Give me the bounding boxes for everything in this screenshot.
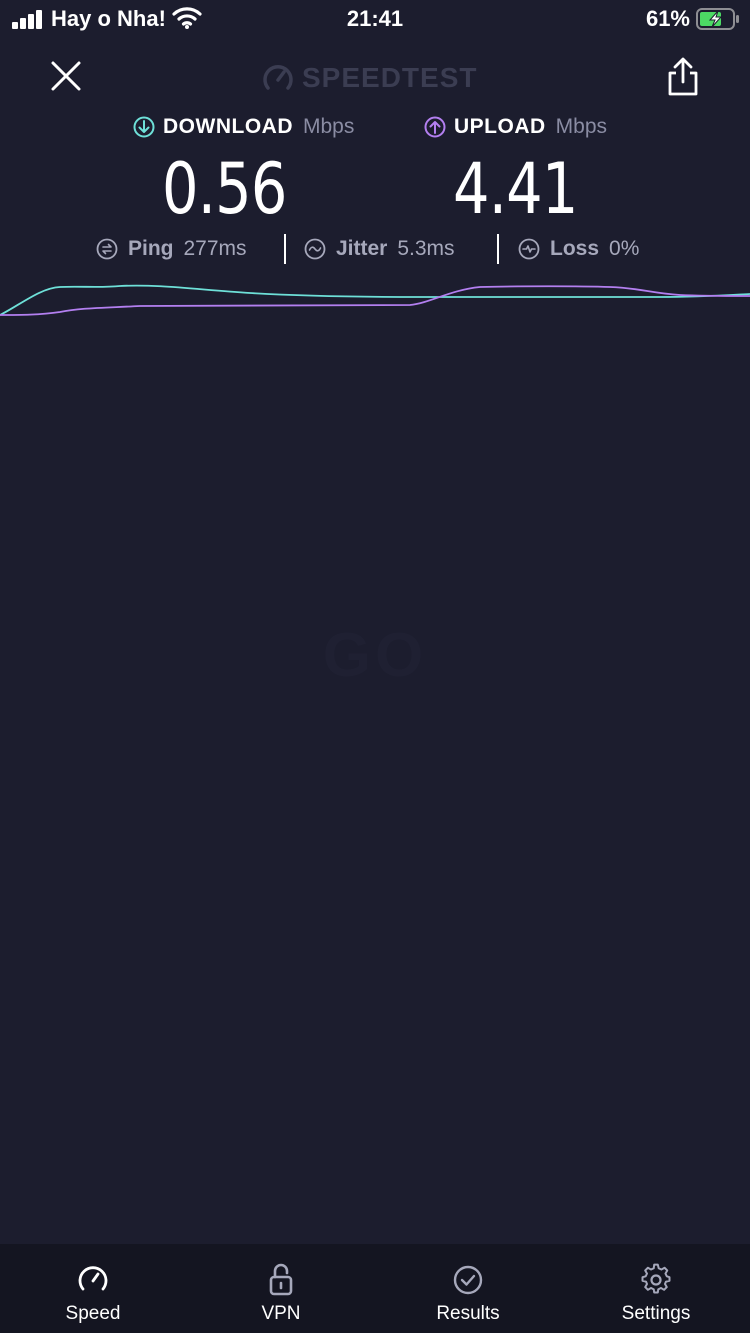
close-button[interactable] [46, 56, 86, 96]
unlock-icon [269, 1263, 293, 1296]
packet-loss-icon [518, 238, 540, 260]
share-button[interactable] [664, 56, 702, 98]
brand-name: SPEEDTEST [302, 62, 478, 93]
ping-value: 277ms [183, 237, 247, 260]
speedtest-logo: SPEEDTEST [262, 60, 477, 96]
speedometer-icon [78, 1266, 108, 1291]
download-unit: Mbps [302, 115, 355, 138]
ping-metric: Ping 277ms [96, 234, 247, 264]
download-label: DOWNLOAD [163, 115, 293, 138]
go-button[interactable]: GO [0, 620, 750, 691]
jitter-label: Jitter [336, 237, 388, 260]
tab-vpn[interactable]: VPN [206, 1244, 356, 1333]
upload-label-group: UPLOAD Mbps [424, 112, 607, 142]
clock: 21:41 [346, 6, 404, 31]
download-label-group: DOWNLOAD Mbps [133, 112, 354, 142]
battery-charging-icon [696, 8, 739, 30]
checkmark-circle-icon [453, 1265, 483, 1295]
tab-results[interactable]: Results [393, 1244, 543, 1333]
loss-value: 0% [609, 237, 640, 260]
loss-label: Loss [550, 237, 600, 260]
tab-label-results: Results [436, 1303, 500, 1324]
upload-arrow-icon [424, 116, 446, 138]
tab-label-speed: Speed [65, 1303, 121, 1324]
jitter-metric: Jitter 5.3ms [304, 234, 455, 264]
download-arrow-icon [133, 116, 155, 138]
speed-graph [0, 284, 750, 316]
tab-bar: Speed VPN Results Settings [0, 1244, 750, 1333]
jitter-value: 5.3ms [397, 237, 455, 260]
tab-settings[interactable]: Settings [581, 1244, 731, 1333]
tab-label-vpn: VPN [261, 1303, 301, 1324]
ping-icon [96, 238, 118, 260]
metric-divider [284, 234, 286, 264]
metric-divider [497, 234, 499, 264]
battery-percent: 61% [645, 6, 690, 31]
status-bar: Hay o Nha! 21:41 61% [0, 0, 750, 40]
download-speed-value: 0.56 [162, 148, 287, 230]
upload-unit: Mbps [555, 115, 608, 138]
speedometer-icon [263, 64, 293, 90]
upload-label: UPLOAD [454, 115, 546, 138]
gear-icon [641, 1263, 671, 1294]
upload-speed-value: 4.41 [453, 148, 578, 230]
tab-speed[interactable]: Speed [18, 1244, 168, 1333]
ping-label: Ping [128, 237, 174, 260]
jitter-icon [304, 238, 326, 260]
upload-graph-line [0, 285, 750, 316]
tab-label-settings: Settings [621, 1303, 691, 1324]
loss-metric: Loss 0% [518, 234, 639, 264]
